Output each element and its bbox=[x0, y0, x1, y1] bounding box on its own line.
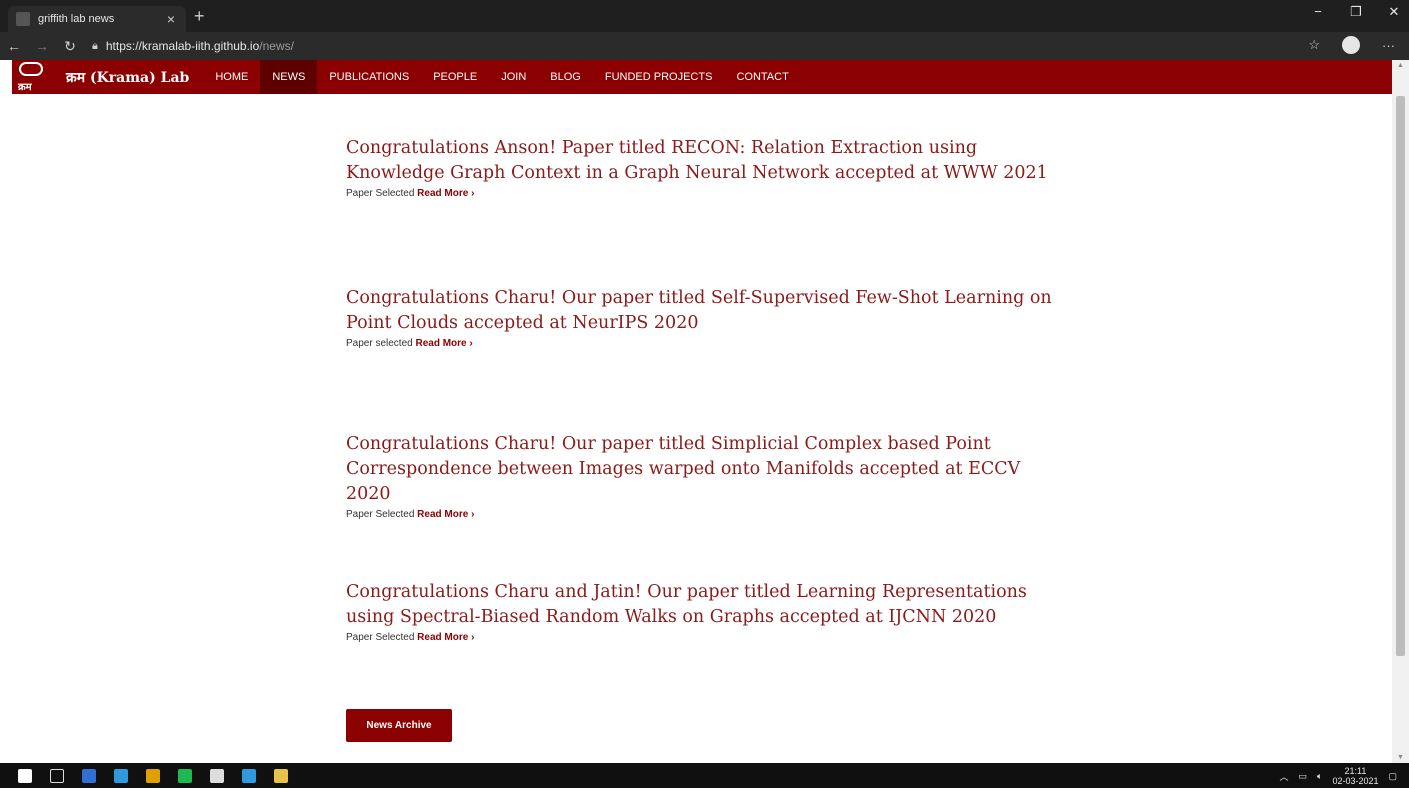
nav-join[interactable]: JOIN bbox=[489, 60, 538, 94]
url-host: https://kramalab-iith.github.io bbox=[105, 39, 260, 53]
news-title[interactable]: Congratulations Charu! Our paper titled … bbox=[346, 286, 1066, 336]
phone-link-icon[interactable] bbox=[210, 768, 224, 783]
news-title[interactable]: Congratulations Charu and Jatin! Our pap… bbox=[346, 580, 1066, 630]
windows-start-icon[interactable] bbox=[18, 768, 32, 783]
nav-contact[interactable]: CONTACT bbox=[724, 60, 800, 94]
news-meta: Paper Selected Read More › bbox=[346, 509, 1066, 520]
nav-funded-projects[interactable]: FUNDED PROJECTS bbox=[593, 60, 725, 94]
scroll-up-icon[interactable]: ▲ bbox=[1397, 62, 1404, 69]
logo-text: क्रम bbox=[18, 82, 32, 93]
favorites-icon[interactable]: ☆ bbox=[1308, 37, 1320, 53]
os-taskbar: ︿ ▭ 🔈︎ 21:11 02-03-2021 ▢ bbox=[0, 763, 1409, 788]
news-item: Congratulations Charu! Our paper titled … bbox=[346, 286, 1066, 349]
forward-icon[interactable]: → bbox=[28, 38, 56, 54]
close-tab-icon[interactable]: × bbox=[164, 11, 178, 27]
chrome-icon[interactable] bbox=[146, 768, 160, 783]
folder-icon[interactable] bbox=[274, 768, 288, 783]
network-icon[interactable]: ▭ bbox=[1299, 771, 1308, 782]
minimize-icon[interactable]: − bbox=[1311, 4, 1325, 20]
profile-avatar[interactable] bbox=[1342, 36, 1360, 54]
address-bar-extras: ☆ ··· bbox=[1308, 36, 1395, 54]
restore-icon[interactable]: ❐ bbox=[1349, 4, 1363, 20]
back-icon[interactable]: ← bbox=[0, 38, 28, 54]
url-path: /news/ bbox=[259, 39, 294, 53]
url-field[interactable]: 🔒︎ https://kramalab-iith.github.io/news/ bbox=[92, 35, 1272, 57]
news-category: Paper Selected bbox=[346, 188, 415, 199]
browser-tab[interactable]: griffith lab news × bbox=[8, 6, 186, 32]
news-title[interactable]: Congratulations Charu! Our paper titled … bbox=[346, 432, 1066, 507]
news-title[interactable]: Congratulations Anson! Paper titled RECO… bbox=[346, 136, 1066, 186]
news-category: Paper Selected bbox=[346, 509, 415, 520]
window-controls: − ❐ ✕ bbox=[1311, 4, 1401, 20]
nav-people[interactable]: PEOPLE bbox=[421, 60, 489, 94]
news-meta: Paper Selected Read More › bbox=[346, 188, 1066, 199]
menu-icon[interactable]: ··· bbox=[1382, 38, 1395, 53]
clock[interactable]: 21:11 02-03-2021 bbox=[1332, 766, 1378, 786]
site-logo[interactable]: क्रम bbox=[14, 60, 48, 94]
infinity-icon bbox=[19, 62, 43, 76]
news-meta: Paper Selected Read More › bbox=[346, 632, 1066, 643]
tab-title: griffith lab news bbox=[38, 13, 115, 25]
scroll-down-icon[interactable]: ▼ bbox=[1397, 754, 1404, 761]
news-category: Paper Selected bbox=[346, 632, 415, 643]
system-tray: ︿ ▭ 🔈︎ 21:11 02-03-2021 ▢ bbox=[1280, 766, 1398, 786]
address-bar: ← → ↻ 🔒︎ https://kramalab-iith.github.io… bbox=[0, 32, 1409, 60]
site-navbar: क्रम क्रम (Krama) Lab HOME NEWS PUBLICAT… bbox=[12, 60, 1392, 94]
file-explorer-icon[interactable] bbox=[82, 768, 96, 783]
read-more-link[interactable]: Read More › bbox=[417, 509, 474, 520]
read-more-link[interactable]: Read More › bbox=[416, 338, 473, 349]
notifications-icon[interactable]: ▢ bbox=[1388, 771, 1397, 782]
read-more-link[interactable]: Read More › bbox=[417, 188, 474, 199]
clock-time: 21:11 bbox=[1344, 766, 1367, 776]
brand-link[interactable]: क्रम (Krama) Lab bbox=[66, 68, 189, 87]
tray-arrow-icon[interactable]: ︿ bbox=[1280, 770, 1289, 783]
news-category: Paper selected bbox=[346, 338, 413, 349]
vscode-icon[interactable] bbox=[114, 768, 128, 783]
read-more-link[interactable]: Read More › bbox=[417, 632, 474, 643]
new-tab-icon[interactable]: + bbox=[194, 6, 205, 26]
favicon-icon bbox=[16, 12, 30, 26]
nav-blog[interactable]: BLOG bbox=[538, 60, 593, 94]
nav-home[interactable]: HOME bbox=[203, 60, 260, 94]
lock-icon: 🔒︎ bbox=[92, 39, 98, 52]
news-archive-button[interactable]: News Archive bbox=[346, 709, 452, 742]
task-view-icon[interactable] bbox=[50, 768, 64, 783]
news-item: Congratulations Charu and Jatin! Our pap… bbox=[346, 580, 1066, 643]
reload-icon[interactable]: ↻ bbox=[56, 38, 84, 55]
news-meta: Paper selected Read More › bbox=[346, 338, 1066, 349]
nav-news[interactable]: NEWS bbox=[260, 60, 318, 94]
page-scrollbar[interactable]: ▲ ▼ bbox=[1392, 60, 1409, 763]
news-item: Congratulations Charu! Our paper titled … bbox=[346, 432, 1066, 520]
spotify-icon[interactable] bbox=[178, 768, 192, 783]
scroll-thumb[interactable] bbox=[1396, 96, 1405, 656]
edge-icon[interactable] bbox=[242, 768, 256, 783]
news-item: Congratulations Anson! Paper titled RECO… bbox=[346, 136, 1066, 199]
close-window-icon[interactable]: ✕ bbox=[1387, 4, 1401, 20]
nav-publications[interactable]: PUBLICATIONS bbox=[317, 60, 421, 94]
volume-icon[interactable]: 🔈︎ bbox=[1317, 771, 1322, 782]
browser-tab-bar: griffith lab news × + − ❐ ✕ bbox=[0, 0, 1409, 32]
clock-date: 02-03-2021 bbox=[1332, 776, 1379, 786]
